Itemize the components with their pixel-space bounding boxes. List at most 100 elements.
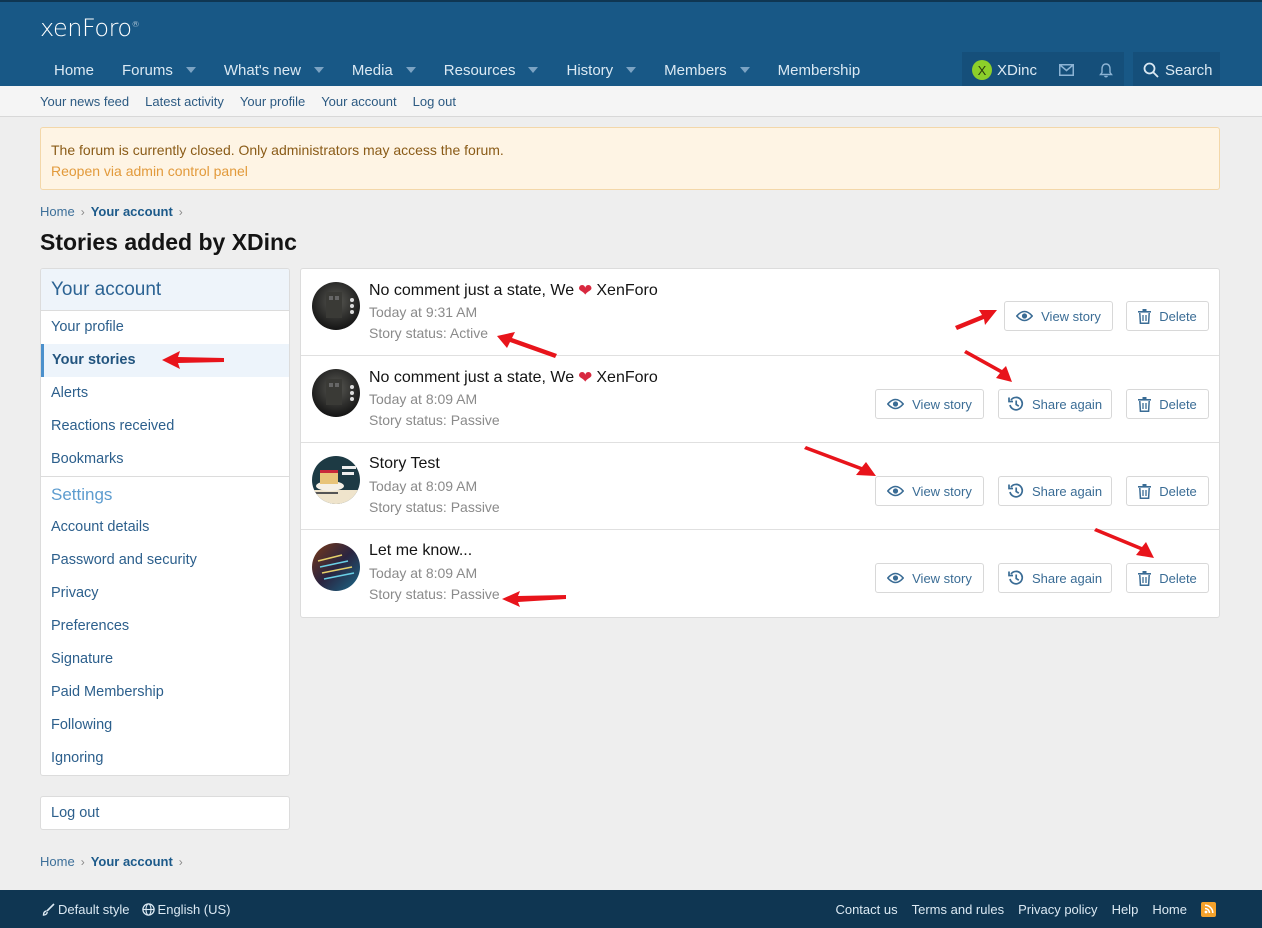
subnav-latest-activity[interactable]: Latest activity (145, 94, 224, 109)
sidebar-item-signature[interactable]: Signature (41, 643, 289, 676)
breadcrumb-your-account[interactable]: Your account (91, 204, 173, 219)
share-again-button[interactable]: Share again (998, 563, 1112, 593)
nav-whats-new[interactable]: What's new (210, 52, 338, 88)
caret-down-icon[interactable] (313, 67, 324, 73)
view-story-button[interactable]: View story (875, 389, 984, 419)
caret-down-icon[interactable] (528, 67, 539, 73)
sidebar-item-bookmarks[interactable]: Bookmarks (41, 443, 289, 476)
story-date: Today at 8:09 AM (369, 478, 478, 494)
sidebar-item-privacy[interactable]: Privacy (41, 577, 289, 610)
user-account-area: X XDinc (962, 52, 1124, 88)
subnav-news-feed[interactable]: Your news feed (40, 94, 129, 109)
delete-story-button[interactable]: Delete (1126, 563, 1209, 593)
button-label: Delete (1159, 570, 1197, 586)
nav-history[interactable]: History (552, 52, 650, 88)
chevron-right-icon: › (178, 854, 183, 869)
view-story-button[interactable]: View story (875, 563, 984, 593)
subnav-log-out[interactable]: Log out (413, 94, 456, 109)
search-label: Search (1165, 61, 1213, 79)
story-thumbnail[interactable] (312, 456, 360, 504)
nav-label: Forums (122, 61, 173, 79)
button-label: Delete (1159, 483, 1197, 499)
view-story-button[interactable]: View story (875, 476, 984, 506)
sidebar-item-password-security[interactable]: Password and security (41, 544, 289, 577)
footer-terms-rules[interactable]: Terms and rules (912, 902, 1004, 917)
user-avatar[interactable]: X (972, 60, 992, 80)
history-icon (1008, 396, 1024, 411)
share-again-button[interactable]: Share again (998, 476, 1112, 506)
eye-icon (887, 398, 905, 410)
sidebar-header-settings[interactable]: Settings (41, 476, 289, 511)
paintbrush-icon (42, 902, 55, 916)
delete-story-button[interactable]: Delete (1126, 476, 1209, 506)
eye-icon (1016, 310, 1034, 322)
story-title-text: XenForo (596, 282, 658, 299)
caret-down-icon[interactable] (405, 67, 416, 73)
footer-privacy-policy[interactable]: Privacy policy (1018, 902, 1097, 917)
story-title[interactable]: Story Test (369, 455, 440, 473)
nav-home[interactable]: Home (40, 52, 108, 88)
story-thumbnail[interactable] (312, 543, 360, 591)
caret-down-icon[interactable] (739, 67, 750, 73)
delete-story-button[interactable]: Delete (1126, 301, 1209, 331)
nav-resources[interactable]: Resources (430, 52, 553, 88)
story-title[interactable]: No comment just a state, We ❤ XenForo (369, 281, 658, 301)
footer-help[interactable]: Help (1112, 902, 1139, 917)
sidebar-item-your-profile[interactable]: Your profile (41, 311, 289, 344)
sidebar-item-reactions-received[interactable]: Reactions received (41, 410, 289, 443)
sidebar-item-alerts[interactable]: Alerts (41, 377, 289, 410)
story-title-text: No comment just a state, We (369, 369, 575, 386)
sidebar-item-account-details[interactable]: Account details (41, 511, 289, 544)
breadcrumb-home[interactable]: Home (40, 204, 75, 219)
nav-members[interactable]: Members (650, 52, 764, 88)
nav-forums[interactable]: Forums (108, 52, 210, 88)
user-name-link[interactable]: XDinc (997, 62, 1037, 79)
share-again-button[interactable]: Share again (998, 389, 1112, 419)
sidebar-item-preferences[interactable]: Preferences (41, 610, 289, 643)
story-date: Today at 8:09 AM (369, 565, 478, 581)
trash-icon (1138, 396, 1152, 412)
sidebar-header-your-account[interactable]: Your account (41, 269, 289, 311)
story-thumbnail[interactable] (312, 369, 360, 417)
caret-down-icon[interactable] (185, 67, 196, 73)
story-status: Story status: Active (369, 325, 489, 341)
button-label: Share again (1031, 570, 1103, 586)
breadcrumb-home[interactable]: Home (40, 854, 75, 869)
footer-contact-us[interactable]: Contact us (835, 902, 897, 917)
button-label: Delete (1159, 308, 1197, 324)
footer-home[interactable]: Home (1152, 902, 1187, 917)
caret-down-icon[interactable] (626, 67, 637, 73)
site-logo[interactable]: xenForo® (40, 14, 140, 42)
style-chooser[interactable]: Default style (42, 902, 130, 917)
story-thumbnail[interactable] (312, 282, 360, 330)
subnav-your-profile[interactable]: Your profile (240, 94, 305, 109)
button-label: Share again (1031, 483, 1103, 499)
delete-story-button[interactable]: Delete (1126, 389, 1209, 419)
subnav-your-account[interactable]: Your account (321, 94, 396, 109)
bell-icon[interactable] (1099, 62, 1113, 78)
sidebar-item-paid-membership[interactable]: Paid Membership (41, 676, 289, 709)
view-story-button[interactable]: View story (1004, 301, 1113, 331)
sub-navigation: Your news feed Latest activity Your prof… (0, 86, 1262, 117)
language-label: English (US) (157, 901, 231, 917)
button-label: View story (912, 483, 972, 499)
heart-icon: ❤ (578, 368, 593, 387)
sidebar-item-ignoring[interactable]: Ignoring (41, 742, 289, 775)
breadcrumb-your-account[interactable]: Your account (91, 854, 173, 869)
rss-icon[interactable] (1201, 901, 1216, 917)
history-icon (1008, 483, 1024, 498)
sidebar-item-your-stories[interactable]: Your stories (41, 344, 289, 377)
nav-media[interactable]: Media (338, 52, 430, 88)
story-title[interactable]: No comment just a state, We ❤ XenForo (369, 368, 658, 388)
reopen-link[interactable]: Reopen via admin control panel (51, 161, 1209, 182)
sidebar-log-out-button[interactable]: Log out (40, 796, 290, 830)
nav-label: Members (664, 61, 727, 79)
search-button[interactable]: Search (1133, 52, 1220, 88)
story-title[interactable]: Let me know... (369, 542, 472, 560)
envelope-icon[interactable] (1059, 64, 1075, 76)
sidebar-item-following[interactable]: Following (41, 709, 289, 742)
language-chooser[interactable]: English (US) (141, 901, 231, 917)
nav-membership[interactable]: Membership (764, 52, 875, 88)
story-title-text: Let me know... (369, 542, 473, 559)
breadcrumb: Home › Your account › (40, 204, 189, 219)
